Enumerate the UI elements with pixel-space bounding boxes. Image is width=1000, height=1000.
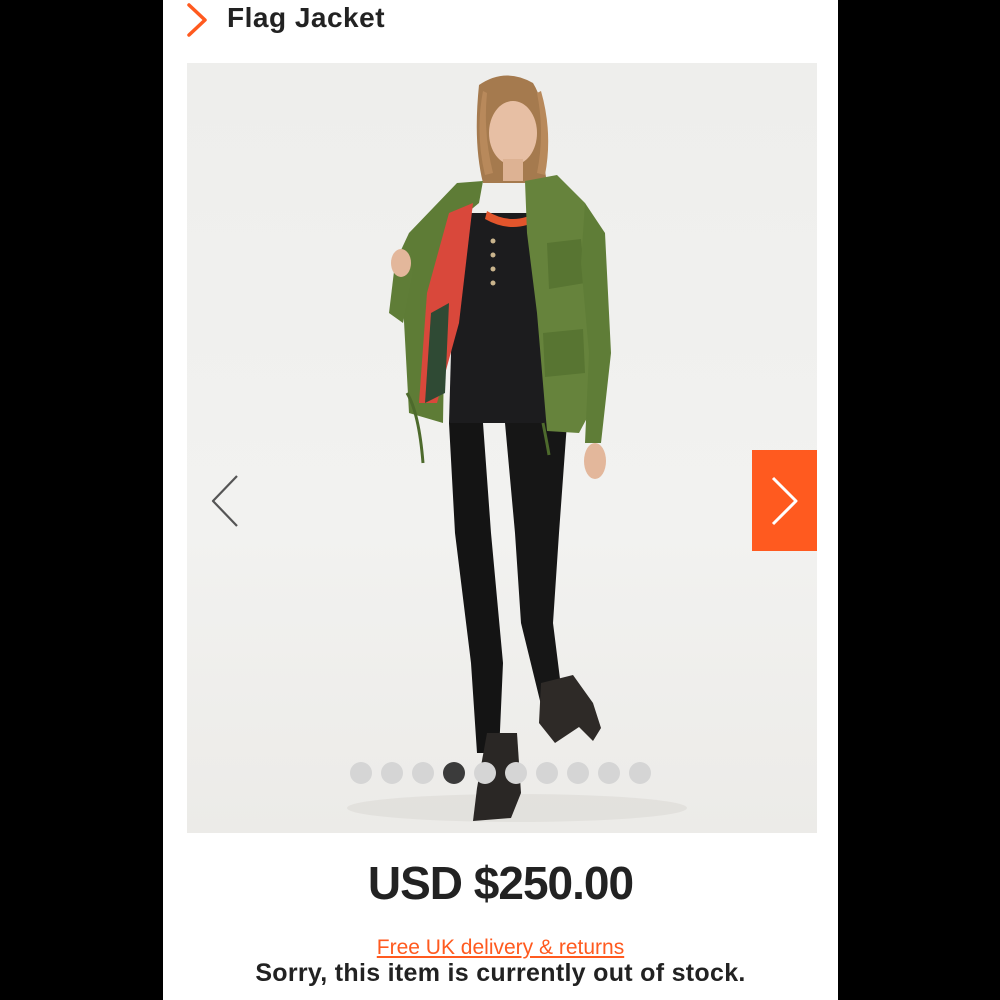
chevron-right-icon[interactable] [185, 2, 211, 38]
gallery-dot[interactable] [350, 762, 372, 784]
product-photo [347, 75, 687, 822]
gallery-dot[interactable] [474, 762, 496, 784]
gallery-pagination [350, 762, 651, 784]
gallery-dot[interactable] [505, 762, 527, 784]
gallery-dot[interactable] [412, 762, 434, 784]
chevron-right-icon [771, 476, 798, 526]
gallery-dot[interactable] [598, 762, 620, 784]
gallery-dot[interactable] [381, 762, 403, 784]
product-header: Flag Jacket [163, 0, 838, 40]
product-title: Flag Jacket [227, 2, 386, 33]
gallery-dot[interactable] [567, 762, 589, 784]
gallery-dot[interactable] [536, 762, 558, 784]
out-of-stock-message: Sorry, this item is currently out of sto… [255, 959, 746, 987]
product-page: Flag Jacket USD $250.00 Free UK delivery… [163, 0, 838, 1000]
gallery-dot[interactable] [629, 762, 651, 784]
chevron-left-icon[interactable] [209, 473, 241, 529]
gallery-dot-active[interactable] [443, 762, 465, 784]
delivery-returns-link[interactable]: Free UK delivery & returns [163, 936, 838, 960]
product-image-gallery[interactable] [187, 63, 817, 833]
next-image-button[interactable] [752, 450, 817, 551]
product-price: USD $250.00 [367, 857, 634, 909]
